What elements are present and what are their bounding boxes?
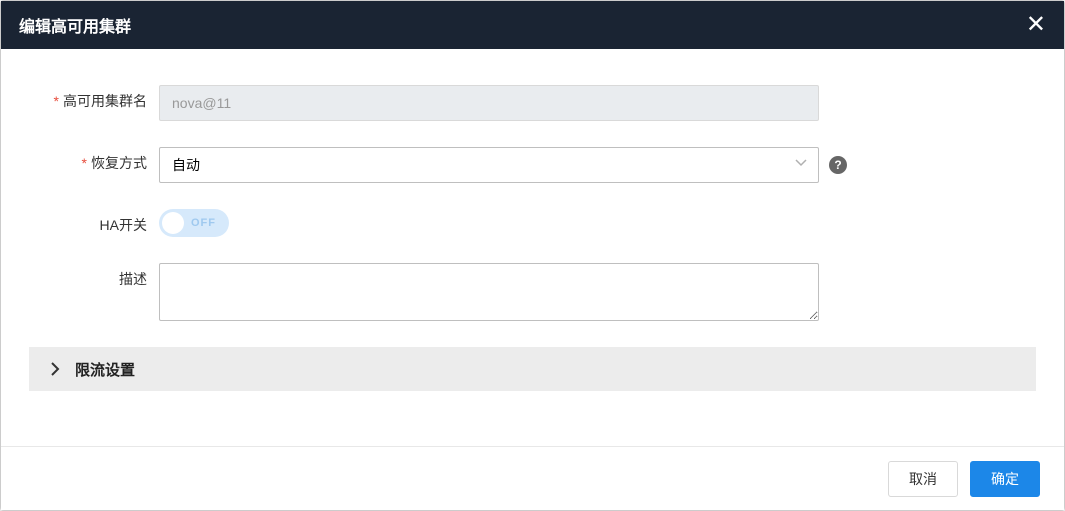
row-description: 描述 <box>29 263 1036 321</box>
required-mark: * <box>82 155 87 171</box>
recovery-mode-select[interactable]: 自动 <box>159 147 819 183</box>
rate-limit-collapse[interactable]: 限流设置 <box>29 347 1036 391</box>
required-mark: * <box>54 93 59 109</box>
modal-title: 编辑高可用集群 <box>19 13 131 37</box>
row-ha-switch: HA开关 OFF <box>29 209 1036 237</box>
cluster-name-input <box>159 85 819 121</box>
recovery-mode-value: 自动 <box>172 155 200 175</box>
control-ha-switch: OFF <box>159 209 849 237</box>
label-recovery-mode: *恢复方式 <box>29 147 159 173</box>
label-recovery-mode-text: 恢复方式 <box>91 155 147 171</box>
toggle-state-text: OFF <box>191 217 216 229</box>
close-icon[interactable]: ✕ <box>1026 13 1046 37</box>
description-textarea[interactable] <box>159 263 819 321</box>
control-recovery-mode: 自动 ? <box>159 147 849 183</box>
label-cluster-name-text: 高可用集群名 <box>63 93 147 109</box>
help-icon[interactable]: ? <box>829 156 847 174</box>
rate-limit-title: 限流设置 <box>75 359 135 380</box>
row-recovery-mode: *恢复方式 自动 ? <box>29 147 1036 183</box>
control-description <box>159 263 849 321</box>
recovery-mode-selected: 自动 <box>159 147 819 183</box>
confirm-button[interactable]: 确定 <box>970 461 1040 497</box>
label-cluster-name: *高可用集群名 <box>29 85 159 111</box>
label-ha-switch: HA开关 <box>29 209 159 235</box>
modal-body: *高可用集群名 *恢复方式 自动 ? <box>1 49 1064 446</box>
modal-header: 编辑高可用集群 ✕ <box>1 1 1064 49</box>
chevron-right-icon <box>49 362 61 376</box>
toggle-knob <box>162 212 184 234</box>
ha-switch-toggle[interactable]: OFF <box>159 209 229 237</box>
edit-ha-cluster-modal: 编辑高可用集群 ✕ *高可用集群名 *恢复方式 自动 <box>0 0 1065 511</box>
row-cluster-name: *高可用集群名 <box>29 85 1036 121</box>
cancel-button[interactable]: 取消 <box>888 461 958 497</box>
control-cluster-name <box>159 85 849 121</box>
modal-footer: 取消 确定 <box>1 446 1064 510</box>
label-description: 描述 <box>29 263 159 289</box>
